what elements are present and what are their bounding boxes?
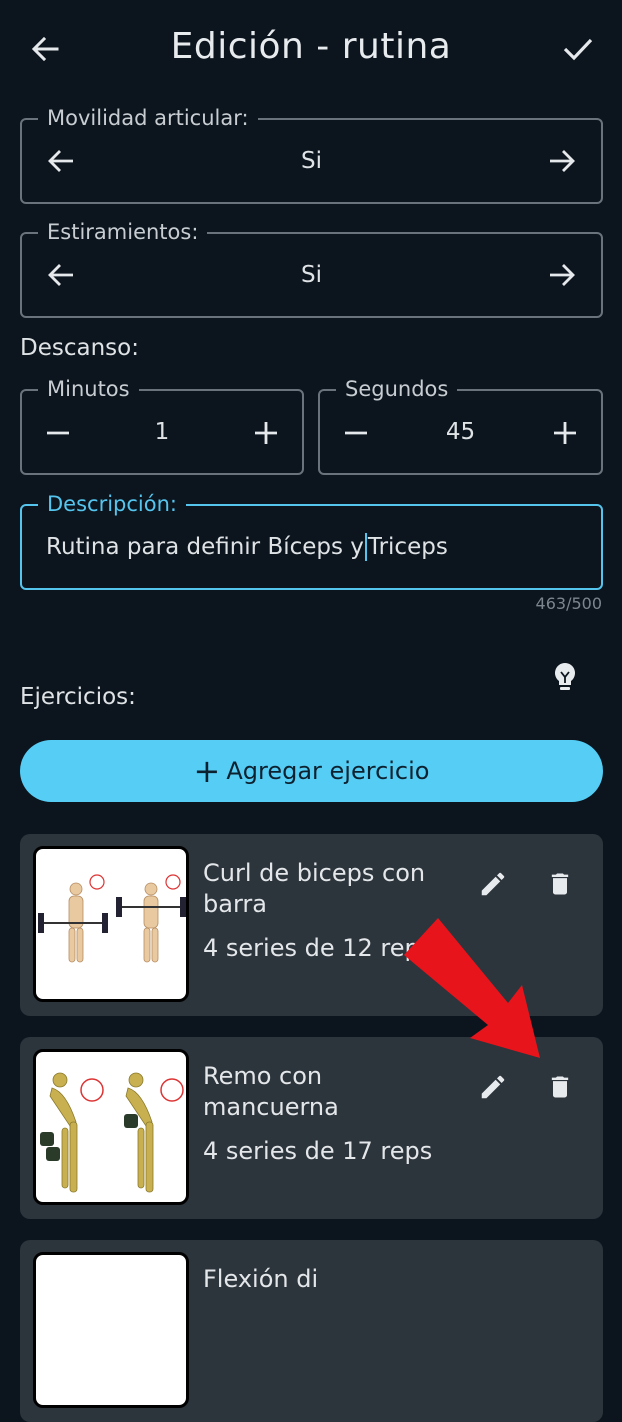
- add-exercise-button[interactable]: + Agregar ejercicio: [20, 740, 603, 802]
- delete-exercise-button[interactable]: [542, 1069, 578, 1105]
- minutos-stepper: Minutos 1: [20, 376, 304, 475]
- edit-exercise-button[interactable]: [475, 1069, 511, 1105]
- save-button[interactable]: [557, 28, 599, 70]
- plus-icon: [554, 422, 576, 444]
- exercise-card[interactable]: Flexión di: [20, 1240, 603, 1422]
- pencil-icon: [481, 872, 505, 896]
- segundos-increment-button[interactable]: [547, 415, 583, 451]
- char-counter: 463/500: [535, 594, 602, 613]
- exercise-image: [33, 1049, 189, 1205]
- exercise-image: [33, 846, 189, 1002]
- exercise-card[interactable]: Curl de biceps con barra 4 series de 12 …: [20, 834, 603, 1016]
- movilidad-prev-button[interactable]: [42, 142, 80, 180]
- movilidad-value: Si: [301, 148, 322, 174]
- plus-icon: +: [193, 752, 221, 790]
- lightbulb-icon: [555, 663, 575, 690]
- movilidad-selector: Movilidad articular: Si: [20, 105, 603, 204]
- check-icon: [563, 38, 593, 61]
- exercise-name: Curl de biceps con barra: [203, 859, 426, 918]
- descripcion-field[interactable]: Descripción: Rutina para definir Bíceps …: [20, 491, 603, 590]
- segundos-stepper: Segundos 45: [318, 376, 603, 475]
- minus-icon: [345, 431, 367, 435]
- descripcion-text[interactable]: Rutina para definir Bíceps y Triceps: [46, 506, 448, 588]
- arrow-left-icon: [48, 150, 73, 172]
- movilidad-next-button[interactable]: [543, 142, 581, 180]
- ejercicios-label: Ejercicios:: [20, 684, 136, 710]
- top-bar: Edición - rutina: [0, 0, 622, 96]
- exercise-sets: 4 series de 12 reps: [203, 934, 433, 962]
- exercise-sets: 4 series de 17 reps: [203, 1137, 433, 1165]
- pencil-icon: [481, 1075, 505, 1099]
- minus-icon: [47, 431, 69, 435]
- exercise-name: Remo con mancuerna: [203, 1062, 339, 1121]
- text-cursor: [364, 533, 367, 561]
- estiramientos-prev-button[interactable]: [42, 256, 80, 294]
- trash-icon: [551, 873, 569, 895]
- arrow-right-icon: [550, 150, 575, 172]
- arrow-right-icon: [550, 264, 575, 286]
- delete-exercise-button[interactable]: [542, 866, 578, 902]
- minutos-increment-button[interactable]: [248, 415, 284, 451]
- trash-icon: [551, 1076, 569, 1098]
- arrow-left-icon: [48, 264, 73, 286]
- descanso-label: Descanso:: [20, 335, 139, 361]
- minutos-decrement-button[interactable]: [40, 415, 76, 451]
- minutos-value[interactable]: 1: [82, 391, 242, 473]
- descripcion-text-after-cursor: Triceps: [367, 534, 448, 560]
- descripcion-text-before-cursor: Rutina para definir Bíceps y: [46, 534, 364, 560]
- page-title: Edición - rutina: [170, 26, 452, 67]
- estiramientos-selector: Estiramientos: Si: [20, 219, 603, 318]
- tips-button[interactable]: [546, 658, 584, 696]
- segundos-value[interactable]: 45: [380, 391, 541, 473]
- exercise-image: [33, 1252, 189, 1408]
- estiramientos-value: Si: [301, 262, 322, 288]
- plus-icon: [255, 422, 277, 444]
- segundos-decrement-button[interactable]: [338, 415, 374, 451]
- estiramientos-next-button[interactable]: [543, 256, 581, 294]
- exercise-card[interactable]: Remo con mancuerna 4 series de 17 reps: [20, 1037, 603, 1219]
- add-exercise-label: Agregar ejercicio: [226, 757, 430, 785]
- edit-exercise-button[interactable]: [475, 866, 511, 902]
- exercise-name: Flexión di: [203, 1265, 319, 1293]
